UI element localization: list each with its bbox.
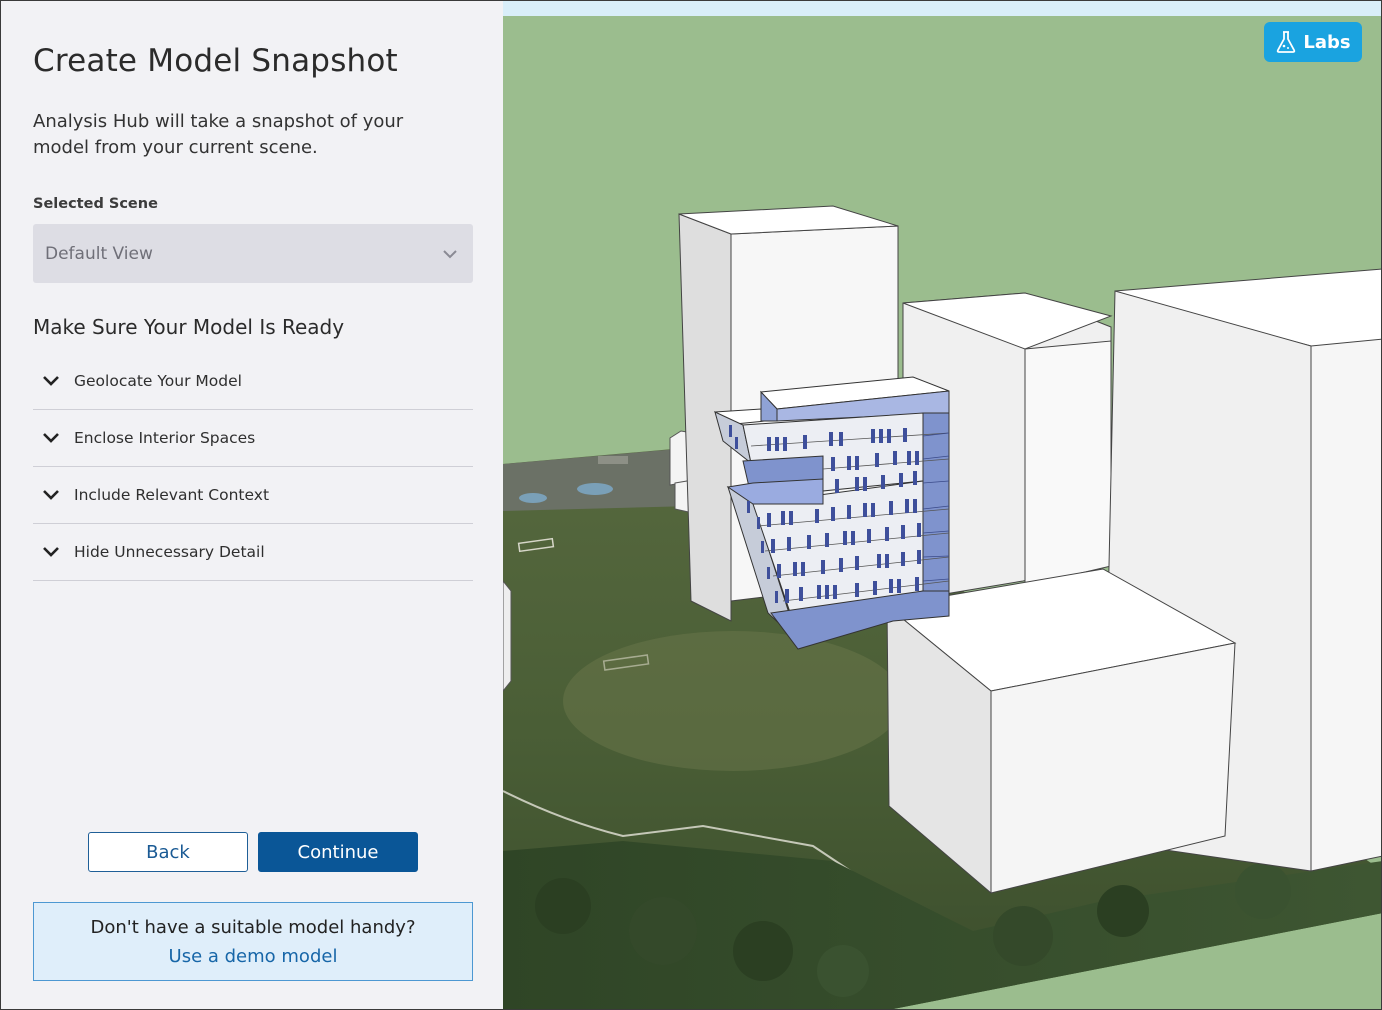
- demo-question: Don't have a suitable model handy?: [90, 916, 416, 938]
- checklist-item-enclose[interactable]: Enclose Interior Spaces: [33, 410, 473, 467]
- demo-model-callout: Don't have a suitable model handy? Use a…: [33, 902, 473, 981]
- panel-description: Analysis Hub will take a snapshot of you…: [33, 111, 404, 158]
- chevron-down-icon: [43, 376, 59, 386]
- labs-label: Labs: [1303, 31, 1351, 53]
- checklist-item-hide-detail[interactable]: Hide Unnecessary Detail: [33, 524, 473, 581]
- chevron-down-icon: [43, 433, 59, 443]
- snapshot-panel: Create Model Snapshot Analysis Hub will …: [1, 1, 503, 1009]
- page-title: Create Model Snapshot: [33, 43, 398, 79]
- labs-button[interactable]: Labs: [1264, 22, 1362, 62]
- model-viewport[interactable]: Labs: [503, 1, 1381, 1009]
- sky-strip: [503, 1, 1381, 16]
- app-window: Create Model Snapshot Analysis Hub will …: [0, 0, 1382, 1010]
- left-building-edge: [503, 580, 512, 692]
- checklist-item-context[interactable]: Include Relevant Context: [33, 467, 473, 524]
- chevron-down-icon: [43, 547, 59, 557]
- scene-select[interactable]: Default View: [33, 224, 473, 283]
- flask-icon: [1277, 31, 1296, 53]
- checklist-item-label: Include Relevant Context: [74, 486, 270, 504]
- continue-button[interactable]: Continue: [258, 832, 418, 872]
- scene-select-value: Default View: [45, 243, 153, 264]
- scene-render: [503, 1, 1381, 1009]
- checklist-item-geolocate[interactable]: Geolocate Your Model: [33, 353, 473, 410]
- checklist-item-label: Enclose Interior Spaces: [74, 429, 256, 447]
- chevron-down-icon: [43, 490, 59, 500]
- checklist-item-label: Geolocate Your Model: [74, 372, 242, 390]
- chevron-down-icon: [443, 249, 457, 258]
- ready-section-title: Make Sure Your Model Is Ready: [33, 315, 345, 339]
- selected-scene-label: Selected Scene: [33, 196, 158, 212]
- checklist-item-label: Hide Unnecessary Detail: [74, 543, 265, 561]
- readiness-checklist: Geolocate Your Model Enclose Interior Sp…: [33, 353, 473, 581]
- back-button[interactable]: Back: [88, 832, 248, 872]
- use-demo-model-link[interactable]: Use a demo model: [169, 946, 338, 967]
